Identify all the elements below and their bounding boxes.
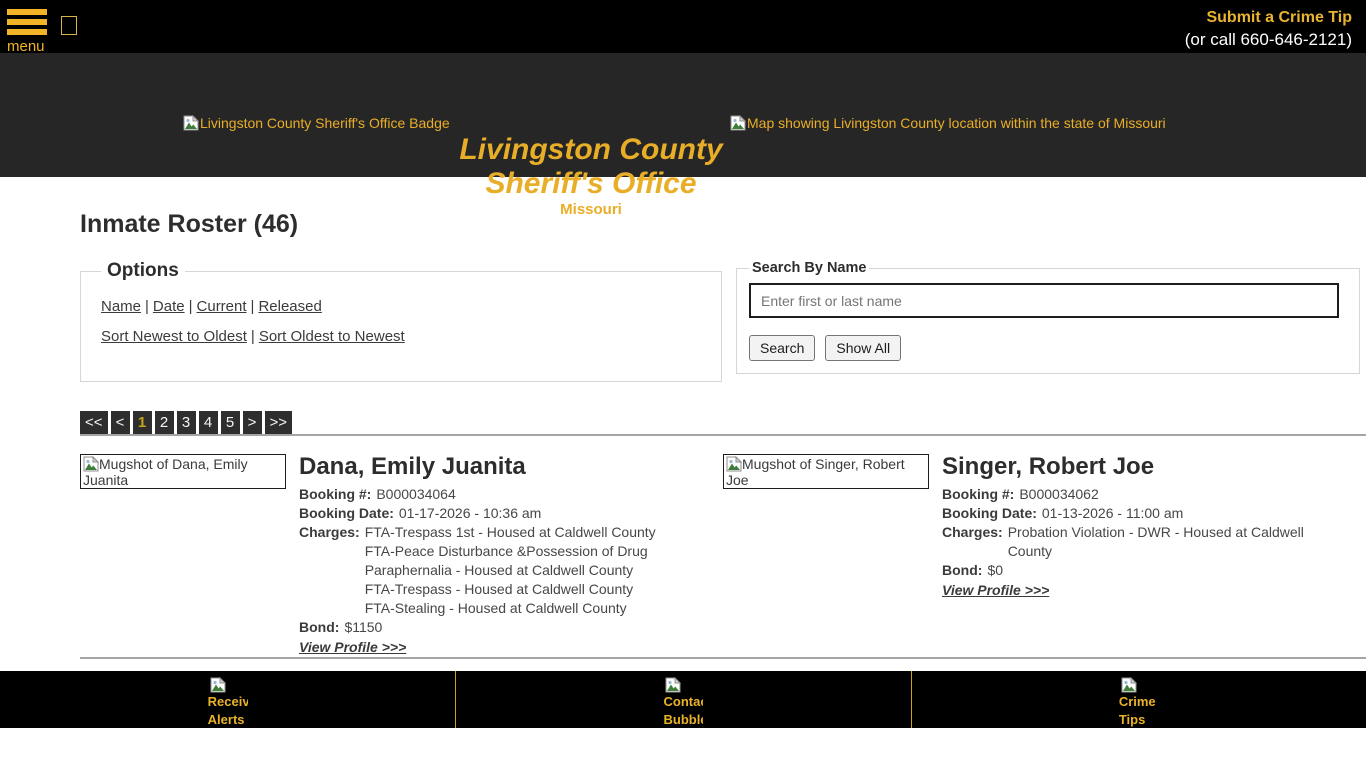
- inmate-name: Dana, Emily Juanita: [299, 454, 670, 480]
- site-title-line2: Sheriff's Office: [459, 167, 722, 201]
- main-content: Inmate Roster (46) Options Name|Date|Cur…: [0, 210, 1366, 659]
- charge-item: FTA-Stealing - Housed at Caldwell County: [365, 599, 670, 618]
- map-alt-text: Map showing Livingston County location w…: [747, 115, 1166, 131]
- search-button[interactable]: Search: [749, 335, 815, 361]
- separator: |: [185, 298, 197, 315]
- booking-date-label: Booking Date:: [942, 504, 1037, 523]
- receive-alerts-link[interactable]: Receive Alerts: [208, 671, 248, 728]
- charges-label: Charges:: [942, 523, 1003, 561]
- booking-number-value: B000034062: [1019, 485, 1098, 504]
- mugshot-image: Mugshot of Singer, Robert Joe: [723, 454, 929, 489]
- site-header: Livingston County Sheriff's Office Badge…: [0, 53, 1366, 177]
- pagination-first[interactable]: <<: [80, 411, 108, 434]
- options-panel: Options Name|Date|Current|Released Sort …: [80, 260, 722, 382]
- top-bar: menu Submit a Crime Tip (or call 660-646…: [0, 0, 1366, 53]
- footer-alt-text: Contact Bubble: [663, 693, 703, 728]
- broken-image-icon: [726, 456, 742, 472]
- booking-date-label: Booking Date:: [299, 504, 394, 523]
- footer-cell: Receive Alerts: [0, 671, 455, 728]
- options-legend: Options: [101, 260, 185, 282]
- site-subtitle: Missouri: [459, 201, 722, 219]
- charge-item: Probation Violation - DWR - Housed at Ca…: [1008, 523, 1313, 561]
- mugshot-alt-text: Mugshot of Dana, Emily Juanita: [83, 456, 248, 488]
- footer-alt-text: Crime Tips: [1119, 693, 1159, 728]
- show-all-button[interactable]: Show All: [825, 335, 901, 361]
- search-input[interactable]: [749, 283, 1339, 318]
- sheriff-badge-image: Livingston County Sheriff's Office Badge: [183, 115, 450, 131]
- page-title: Inmate Roster (46): [80, 210, 1366, 239]
- filter-link-date[interactable]: Date: [153, 298, 185, 315]
- broken-image-icon: [1121, 677, 1137, 693]
- separator: |: [247, 328, 259, 345]
- bond-value: $1150: [344, 618, 382, 637]
- mugshot-image: Mugshot of Dana, Emily Juanita: [80, 454, 286, 489]
- bond-label: Bond:: [299, 618, 339, 637]
- pagination-page-1[interactable]: 1: [133, 411, 152, 434]
- sort-oldest-to-newest-link[interactable]: Sort Oldest to Newest: [259, 328, 405, 345]
- footer-cell: Contact Bubble: [455, 671, 910, 728]
- inmate-records: Mugshot of Dana, Emily Juanita Dana, Emi…: [80, 454, 1366, 657]
- filter-link-current[interactable]: Current: [197, 298, 247, 315]
- county-map-image: Map showing Livingston County location w…: [730, 115, 1166, 131]
- pagination-page-2[interactable]: 2: [155, 411, 174, 434]
- pagination: << < 1 2 3 4 5 > >>: [80, 411, 1366, 434]
- pagination-last[interactable]: >>: [265, 411, 293, 434]
- charges-list: Probation Violation - DWR - Housed at Ca…: [1008, 523, 1313, 561]
- broken-image-icon: [730, 115, 746, 131]
- badge-alt-text: Livingston County Sheriff's Office Badge: [200, 115, 450, 131]
- menu-button[interactable]: menu: [7, 9, 47, 55]
- bond-value: $0: [987, 561, 1003, 580]
- charges-label: Charges:: [299, 523, 360, 618]
- contact-link[interactable]: Contact Bubble: [663, 671, 703, 728]
- search-panel: Search By Name Search Show All: [736, 260, 1360, 374]
- booking-date-value: 01-13-2026 - 11:00 am: [1042, 504, 1183, 523]
- pagination-next[interactable]: >: [243, 411, 262, 434]
- sort-newest-to-oldest-link[interactable]: Sort Newest to Oldest: [101, 328, 247, 345]
- filter-link-name[interactable]: Name: [101, 298, 141, 315]
- footer: Receive Alerts Contact Bubble Crime Tips: [0, 671, 1366, 728]
- search-legend: Search By Name: [749, 260, 869, 276]
- booking-number-value: B000034064: [376, 485, 455, 504]
- pagination-page-3[interactable]: 3: [177, 411, 196, 434]
- footer-cell: Crime Tips: [911, 671, 1366, 728]
- hamburger-icon: [7, 9, 47, 35]
- crime-tip-phone: (or call 660-646-2121): [1185, 29, 1352, 51]
- bond-label: Bond:: [942, 561, 982, 580]
- charge-item: FTA-Trespass - Housed at Caldwell County: [365, 580, 670, 599]
- pagination-page-5[interactable]: 5: [221, 411, 240, 434]
- crime-tips-link[interactable]: Crime Tips: [1119, 671, 1159, 728]
- booking-number-label: Booking #:: [942, 485, 1014, 504]
- view-profile-link[interactable]: View Profile >>>: [942, 581, 1049, 600]
- site-title: Livingston County Sheriff's Office Misso…: [459, 133, 722, 219]
- broken-image-icon: [83, 456, 99, 472]
- broken-image-icon: [665, 677, 681, 693]
- separator: |: [247, 298, 259, 315]
- footer-alt-text: Receive Alerts: [208, 693, 248, 728]
- broken-image-icon: [210, 677, 226, 693]
- inmate-record: Mugshot of Dana, Emily Juanita Dana, Emi…: [80, 454, 723, 657]
- booking-date-value: 01-17-2026 - 10:36 am: [399, 504, 541, 523]
- broken-image-icon: [183, 115, 199, 131]
- mugshot-alt-text: Mugshot of Singer, Robert Joe: [726, 456, 905, 488]
- unknown-glyph-icon: [61, 16, 77, 35]
- charges-list: FTA-Trespass 1st - Housed at Caldwell Co…: [365, 523, 670, 618]
- divider: [80, 657, 1366, 659]
- inmate-record: Mugshot of Singer, Robert Joe Singer, Ro…: [723, 454, 1366, 657]
- view-profile-link[interactable]: View Profile >>>: [299, 638, 406, 657]
- filter-link-released[interactable]: Released: [258, 298, 321, 315]
- site-title-line1: Livingston County: [459, 133, 722, 167]
- charge-item: FTA-Peace Disturbance &Possession of Dru…: [365, 542, 670, 580]
- submit-crime-tip-link[interactable]: Submit a Crime Tip: [1185, 7, 1352, 29]
- pagination-page-4[interactable]: 4: [199, 411, 218, 434]
- inmate-name: Singer, Robert Joe: [942, 454, 1313, 480]
- charge-item: FTA-Trespass 1st - Housed at Caldwell Co…: [365, 523, 670, 542]
- divider: [80, 434, 1366, 436]
- pagination-prev[interactable]: <: [111, 411, 130, 434]
- separator: |: [141, 298, 153, 315]
- booking-number-label: Booking #:: [299, 485, 371, 504]
